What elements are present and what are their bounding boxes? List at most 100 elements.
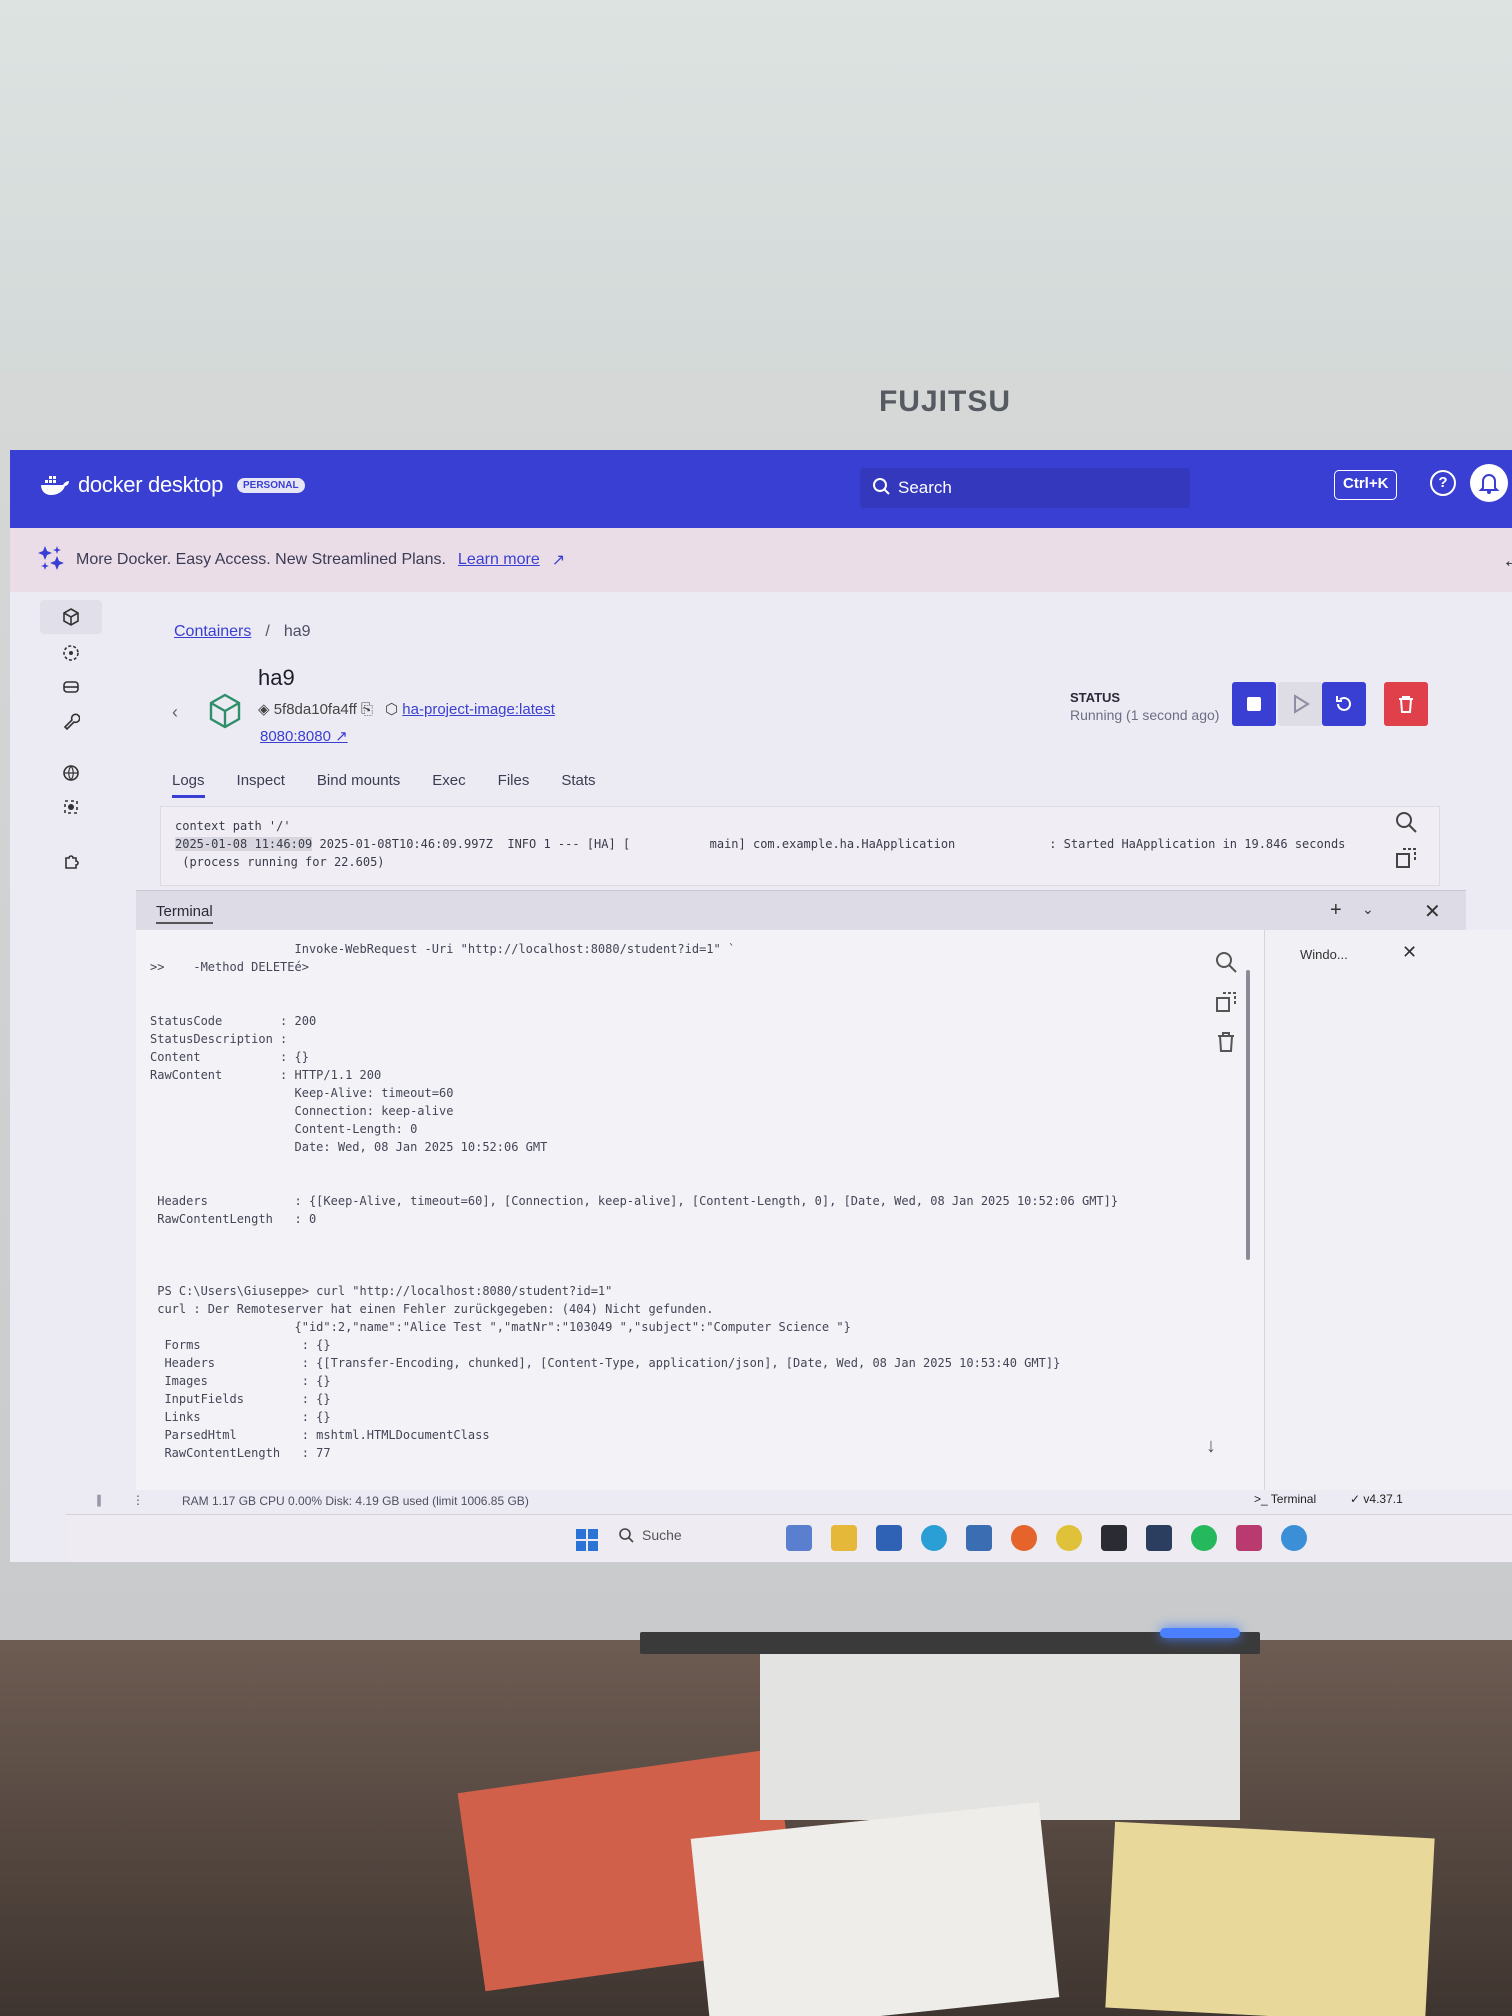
port-link[interactable]: 8080:8080 ↗: [260, 727, 348, 745]
version-label: ✓ v4.37.1: [1350, 1492, 1403, 1506]
terminal-session-label[interactable]: Windo...: [1300, 947, 1348, 962]
plan-badge: PERSONAL: [237, 477, 305, 493]
terminal-line: Content-Length: 0: [150, 1122, 418, 1136]
terminal-line: Headers : {[Transfer-Encoding, chunked],…: [150, 1356, 1061, 1370]
chrome-icon[interactable]: [1056, 1525, 1082, 1551]
notes-icon[interactable]: [966, 1525, 992, 1551]
vscode-icon[interactable]: [1146, 1525, 1172, 1551]
footer-terminal-button[interactable]: >_ Terminal: [1254, 1492, 1316, 1506]
terminal-line: Images : {}: [150, 1374, 331, 1388]
intellij-icon[interactable]: [1236, 1525, 1262, 1551]
tab-bind-mounts[interactable]: Bind mounts: [317, 772, 400, 798]
wall-background: [0, 0, 1512, 380]
search-icon[interactable]: [1214, 950, 1238, 974]
containers-icon[interactable]: [40, 600, 102, 634]
promo-banner: More Docker. Easy Access. New Streamline…: [10, 528, 1512, 592]
store-icon[interactable]: [876, 1525, 902, 1551]
builds-icon[interactable]: [40, 704, 102, 738]
images-icon[interactable]: [40, 636, 102, 670]
image-link[interactable]: ha-project-image:latest: [402, 701, 555, 718]
spotify-icon[interactable]: [1191, 1525, 1217, 1551]
image-link-wrapper: ⬡ ha-project-image:latest: [385, 701, 555, 718]
scroll-down-icon[interactable]: ↓: [1206, 1435, 1216, 1458]
tab-inspect[interactable]: Inspect: [237, 772, 285, 798]
notifications-icon[interactable]: [1470, 464, 1508, 502]
chevron-down-icon[interactable]: ⌄: [1362, 901, 1374, 918]
play-icon: [1294, 694, 1310, 714]
help-icon[interactable]: ?: [1430, 470, 1456, 496]
copy-icon[interactable]: ⎘: [361, 701, 373, 718]
app-icon[interactable]: [1281, 1525, 1307, 1551]
status-footer: ∥ ⋮ RAM 1.17 GB CPU 0.00% Disk: 4.19 GB …: [10, 1490, 1512, 1512]
breadcrumb: Containers / ha9: [174, 623, 311, 641]
search-icon[interactable]: [1394, 810, 1418, 834]
log-tools: [1394, 810, 1430, 882]
whale-icon: [40, 474, 70, 496]
extensions-icon[interactable]: [40, 844, 102, 878]
tab-bar: Logs Inspect Bind mounts Exec Files Stat…: [172, 772, 596, 798]
stop-button[interactable]: [1232, 682, 1276, 726]
container-meta: ◈ 5f8da10fa4ff ⎘ ⬡ ha-project-image:late…: [258, 700, 555, 718]
edge-icon[interactable]: [921, 1525, 947, 1551]
terminal-line: StatusCode : 200: [150, 1014, 317, 1028]
copy-icon[interactable]: [1394, 846, 1418, 870]
docker-logo[interactable]: docker desktop PERSONAL: [40, 472, 305, 498]
terminal-line: Keep-Alive: timeout=60: [150, 1086, 454, 1100]
breadcrumb-containers[interactable]: Containers: [174, 623, 251, 640]
container-name: ha9: [258, 665, 295, 690]
back-arrow-icon[interactable]: ←: [1502, 550, 1512, 573]
terminal-line: RawContentLength : 77: [150, 1446, 331, 1460]
docker-desktop-window: docker desktop PERSONAL Search Ctrl+K ? …: [10, 450, 1512, 1562]
close-icon[interactable]: ✕: [1402, 942, 1417, 963]
terminal-line: InputFields : {}: [150, 1392, 331, 1406]
terminal-output[interactable]: Invoke-WebRequest -Uri "http://localhost…: [136, 930, 1264, 1495]
tab-exec[interactable]: Exec: [432, 772, 465, 798]
search-bar[interactable]: Search: [860, 468, 1190, 508]
terminal-line: PS C:\Users\Giuseppe> curl "http://local…: [150, 1284, 613, 1298]
terminal-line: >> -Method DELETEé>: [150, 960, 309, 974]
taskbar-apps: [786, 1525, 1307, 1551]
taskbar-search[interactable]: Suche: [618, 1527, 682, 1543]
terminal-tab[interactable]: Terminal: [156, 903, 213, 924]
volumes-icon[interactable]: [40, 670, 102, 704]
terminal-app-icon[interactable]: [1101, 1525, 1127, 1551]
status-label: STATUS: [1070, 690, 1121, 705]
pause-icon[interactable]: ∥: [96, 1493, 102, 1507]
trash-icon[interactable]: [1214, 1030, 1238, 1054]
more-icon[interactable]: ⋮: [132, 1493, 144, 1507]
start-button[interactable]: [1278, 682, 1322, 726]
terminal-line: Invoke-WebRequest -Uri "http://localhost…: [150, 942, 736, 956]
delete-button[interactable]: [1384, 682, 1428, 726]
log-line: context path '/': [175, 819, 291, 833]
learn-more-link[interactable]: Learn more: [458, 551, 540, 569]
file-explorer-icon[interactable]: [831, 1525, 857, 1551]
docker-app-icon[interactable]: [786, 1525, 812, 1551]
back-chevron-icon[interactable]: ‹: [172, 702, 178, 723]
taskbar-search-label: Suche: [642, 1527, 682, 1543]
close-icon[interactable]: ✕: [1424, 899, 1441, 924]
terminal-scrollbar[interactable]: [1246, 970, 1250, 1260]
terminal-tools: [1214, 950, 1244, 1070]
firefox-icon[interactable]: [1011, 1525, 1037, 1551]
tab-logs[interactable]: Logs: [172, 772, 205, 798]
app-name: docker desktop: [78, 472, 223, 497]
tab-stats[interactable]: Stats: [561, 772, 595, 798]
terminal-line: Links : {}: [150, 1410, 331, 1424]
tab-files[interactable]: Files: [498, 772, 530, 798]
search-icon: [872, 477, 890, 500]
scout-icon[interactable]: [40, 790, 102, 824]
promo-text: More Docker. Easy Access. New Streamline…: [76, 551, 446, 568]
restart-button[interactable]: [1322, 682, 1366, 726]
windows-start-icon[interactable]: [576, 1529, 598, 1551]
terminal-side-panel: [1264, 930, 1512, 1495]
resource-stats: RAM 1.17 GB CPU 0.00% Disk: 4.19 GB used…: [182, 1494, 529, 1508]
docker-hub-icon[interactable]: [40, 756, 102, 790]
add-terminal-icon[interactable]: +: [1330, 899, 1342, 922]
copy-icon[interactable]: [1214, 990, 1238, 1014]
